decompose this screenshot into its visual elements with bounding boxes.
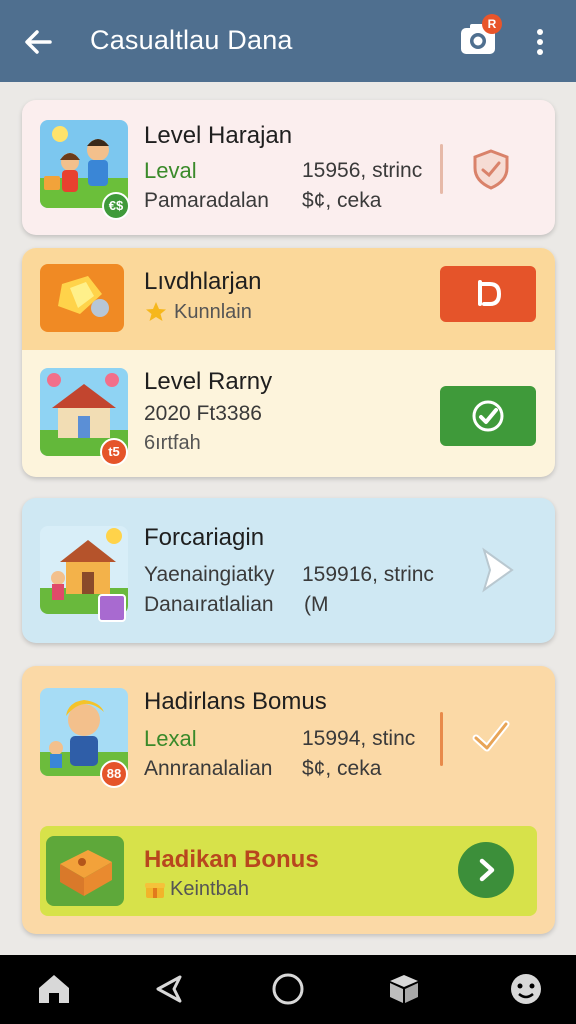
chevron-right-icon[interactable] (458, 842, 514, 898)
card-price: $¢, ceka (302, 757, 382, 780)
card-row-level[interactable]: t5 Level Rarny 2020 Ft3386 6ırtfah (22, 350, 555, 477)
star-icon (144, 300, 168, 324)
card-title: Lıvdhlarjan (144, 268, 262, 295)
card-subtitle: Annranalalian (144, 757, 273, 780)
treasure-thumbnail-image (40, 264, 124, 332)
home-icon[interactable] (34, 969, 74, 1009)
card-row-bonus-action[interactable]: Hadikan Bonus Keintbah (40, 826, 537, 916)
back-arrow-icon[interactable] (20, 22, 60, 62)
card-level-label: Lexal (144, 726, 197, 751)
card-subtitle: Kunnlain (174, 301, 252, 323)
level-badge: €$ (102, 192, 130, 220)
card-score: 159916, strinc (302, 563, 434, 586)
card-title: Hadirlans Bomus (144, 688, 327, 715)
refresh-icon[interactable] (440, 266, 536, 322)
cheese-box-thumbnail-image (46, 836, 124, 906)
card-subtitle: Yaenaingiatky (144, 563, 275, 586)
level-card-1[interactable]: €$ Level Harajan Leval 15956, strinc Pam… (22, 100, 555, 235)
shield-check-icon[interactable] (468, 146, 514, 192)
check-icon[interactable] (468, 714, 514, 760)
level-badge: t5 (100, 438, 128, 466)
card-row-unlock[interactable]: Lıvdhlarjan Kunnlain (22, 248, 555, 350)
card-price: (M (304, 593, 329, 616)
assistant-icon[interactable] (506, 969, 546, 1009)
card-level-label: Leval (144, 158, 197, 183)
level-card-3[interactable]: Forcariagin Yaenaingiatky 159916, strinc… (22, 498, 555, 643)
card-title: Forcariagin (144, 524, 265, 551)
card-score: 15994, stinc (302, 727, 416, 750)
card-subtitle: Keintbah (170, 878, 249, 900)
card-title: Level Harajan (144, 122, 293, 149)
app-title: Casualtlau Dana (90, 25, 293, 55)
camera-badge: R (482, 14, 502, 34)
card-divider (440, 144, 443, 194)
level-badge: 88 (100, 760, 128, 788)
system-nav-bar (0, 955, 576, 1024)
level-card-4: 88 Hadirlans Bomus Lexal 15994, stinc An… (22, 666, 555, 934)
card-price: $¢, ceka (302, 189, 382, 212)
app-bar: Casualtlau Dana R (0, 0, 576, 82)
card-subtitle-2: Danaıratlalian (144, 593, 274, 616)
level-card-2: Lıvdhlarjan Kunnlain t5 Level Rarny 2020… (22, 248, 555, 477)
card-title: Level Rarny (144, 368, 273, 395)
card-score: 15956, strinc (302, 159, 423, 182)
box-icon[interactable] (384, 969, 424, 1009)
chevron-right-icon[interactable] (470, 544, 522, 596)
level-badge-icon (98, 594, 126, 622)
circle-home-icon[interactable] (268, 969, 308, 1009)
check-icon[interactable] (440, 386, 536, 446)
card-score: 2020 Ft3386 (144, 402, 262, 425)
card-title: Hadikan Bonus (144, 846, 319, 873)
card-subtitle: 6ırtfah (144, 432, 201, 454)
back-triangle-icon[interactable] (150, 969, 190, 1009)
card-divider (440, 712, 443, 766)
more-vertical-icon[interactable] (526, 22, 554, 62)
card-row-bonus[interactable]: 88 Hadirlans Bomus Lexal 15994, stinc An… (22, 666, 555, 812)
gift-icon (144, 878, 166, 900)
card-subtitle: Pamaradalan (144, 189, 269, 212)
